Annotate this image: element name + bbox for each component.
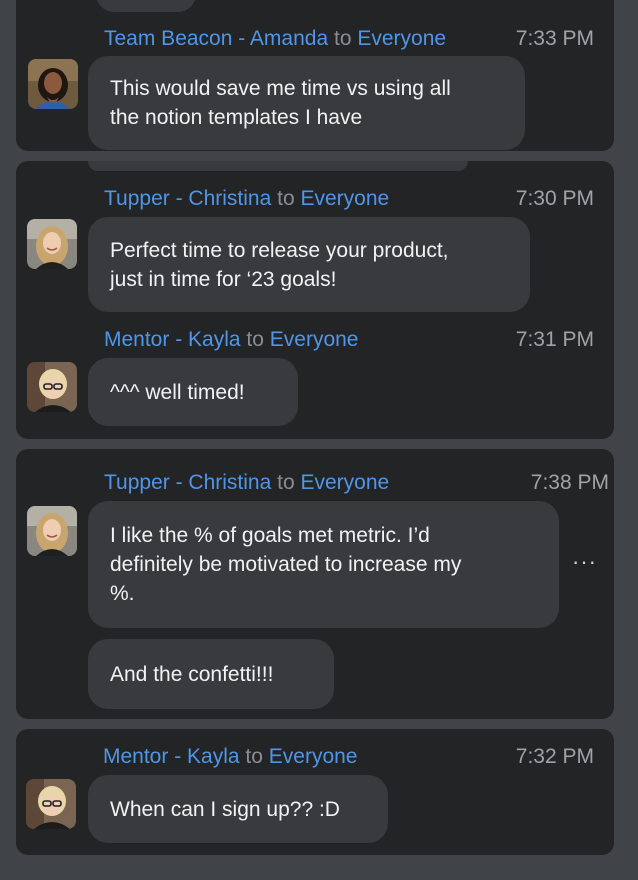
message-line: And the confetti!!!	[110, 662, 274, 686]
avatar-image	[26, 779, 76, 829]
sender-name[interactable]: Mentor - Kayla	[103, 745, 240, 768]
message-card: Tupper - Christina to Everyone 7:38 PM I…	[16, 449, 614, 719]
recipient-name[interactable]: Everyone	[301, 187, 390, 210]
to-label: to	[245, 745, 263, 768]
message-bubble: ^^^ well timed!	[88, 358, 298, 426]
to-label: to	[277, 471, 295, 494]
to-label: to	[246, 328, 264, 351]
avatar	[26, 779, 76, 829]
avatar	[27, 506, 77, 556]
message-bubble: Perfect time to release your product, ju…	[88, 217, 530, 312]
previous-bubble-edge	[96, 0, 196, 12]
message-line: Perfect time to release your product,	[110, 238, 449, 262]
message-header: Mentor - Kayla to Everyone	[103, 744, 357, 770]
more-options-icon[interactable]: ···	[572, 549, 597, 575]
message-line: When can I sign up?? :D	[110, 797, 340, 821]
timestamp: 7:30 PM	[515, 187, 594, 210]
avatar	[28, 59, 78, 109]
message-line: the notion templates I have	[110, 106, 363, 129]
message-header: Tupper - Christina to Everyone	[104, 470, 389, 496]
timestamp: 7:31 PM	[515, 328, 594, 351]
message-line: I like the % of goals met metric. I’d	[110, 524, 430, 547]
sender-name[interactable]: Team Beacon - Amanda	[104, 27, 328, 50]
to-label: to	[333, 27, 352, 50]
message-card: Mentor - Kayla to Everyone 7:32 PM When …	[16, 729, 614, 855]
avatar-image	[27, 506, 77, 556]
message-line: ^^^ well timed!	[110, 380, 245, 404]
recipient-name[interactable]: Everyone	[357, 27, 446, 50]
message-card: Tupper - Christina to Everyone 7:30 PM P…	[16, 161, 614, 439]
message-bubble: When can I sign up?? :D	[88, 775, 388, 843]
message-header: Tupper - Christina to Everyone	[104, 186, 389, 212]
sender-name[interactable]: Tupper - Christina	[104, 471, 271, 494]
recipient-name[interactable]: Everyone	[269, 745, 358, 768]
message-line: %.	[110, 582, 135, 605]
chat-panel: { "messages": [ { "sender": "Team Beacon…	[0, 0, 638, 880]
previous-bubble-edge	[88, 161, 468, 171]
message-line: just in time for ‘23 goals!	[110, 267, 337, 291]
message-header: Mentor - Kayla to Everyone	[104, 327, 358, 353]
to-label: to	[277, 187, 295, 210]
message-card: Team Beacon - Amanda to Everyone 7:33 PM…	[16, 0, 614, 151]
message-line: definitely be motivated to increase my	[110, 553, 462, 576]
timestamp: 7:33 PM	[515, 27, 594, 50]
message-bubble: And the confetti!!!	[88, 639, 334, 709]
sender-name[interactable]: Mentor - Kayla	[104, 328, 241, 351]
avatar	[27, 219, 77, 269]
sender-name[interactable]: Tupper - Christina	[104, 187, 271, 210]
recipient-name[interactable]: Everyone	[270, 328, 359, 351]
message-line: This would save me time vs using all	[110, 77, 451, 100]
timestamp: 7:32 PM	[515, 745, 594, 768]
avatar-image	[27, 362, 77, 412]
avatar-image	[27, 219, 77, 269]
message-bubble: I like the % of goals met metric. I’d de…	[88, 501, 559, 628]
message-header: Team Beacon - Amanda to Everyone	[104, 26, 446, 52]
recipient-name[interactable]: Everyone	[301, 471, 390, 494]
message-bubble: This would save me time vs using all the…	[88, 56, 525, 150]
avatar	[27, 362, 77, 412]
avatar-image	[28, 59, 78, 109]
timestamp: 7:38 PM	[530, 471, 609, 494]
